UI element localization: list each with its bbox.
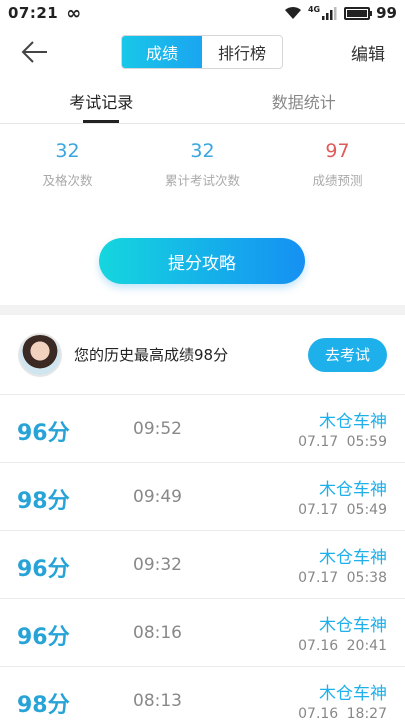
best-score-text: 您的历史最高成绩98分 — [74, 346, 229, 364]
record-duration: 09:49 — [133, 487, 182, 507]
record-duration: 08:16 — [133, 623, 182, 643]
improve-score-button[interactable]: 提分攻略 — [99, 238, 305, 284]
stat-score-prediction: 97 成绩预测 — [270, 132, 405, 202]
record-score: 98分 — [17, 489, 70, 514]
record-duration: 09:32 — [133, 555, 182, 575]
record-row[interactable]: 98分 09:49 木仓车神 07.17 05:49 — [0, 463, 405, 531]
battery-icon — [344, 6, 373, 20]
best-score-row: 您的历史最高成绩98分 去考试 — [0, 315, 405, 395]
tab-exam-records[interactable]: 考试记录 — [0, 78, 203, 123]
stats-panel: 32 及格次数 32 累计考试次数 97 成绩预测 — [0, 132, 405, 202]
record-row[interactable]: 96分 08:16 木仓车神 07.16 20:41 — [0, 599, 405, 667]
signal-icon — [322, 7, 337, 20]
segment-control: 成绩 排行榜 — [121, 35, 283, 69]
nav-bar: 成绩 排行榜 编辑 — [0, 26, 405, 78]
segment-scores[interactable]: 成绩 — [122, 36, 202, 68]
back-arrow-icon[interactable] — [20, 38, 50, 66]
stat-value: 32 — [190, 140, 215, 162]
record-score: 96分 — [17, 625, 70, 650]
record-user: 木仓车神 — [319, 616, 387, 636]
record-user: 木仓车神 — [319, 480, 387, 500]
record-user: 木仓车神 — [319, 412, 387, 432]
record-row[interactable]: 96分 09:32 木仓车神 07.17 05:38 — [0, 531, 405, 599]
infinity-icon: ∞ — [66, 2, 82, 24]
stat-value: 97 — [325, 140, 350, 162]
record-date: 07.16 20:41 — [298, 638, 387, 654]
record-date: 07.16 18:27 — [298, 706, 387, 720]
record-row[interactable]: 96分 09:52 木仓车神 07.17 05:59 — [0, 395, 405, 463]
record-date: 07.17 05:49 — [298, 502, 387, 518]
avatar[interactable] — [18, 332, 62, 377]
go-exam-button[interactable]: 去考试 — [308, 337, 387, 372]
record-date: 07.17 05:38 — [298, 570, 387, 586]
stat-label: 成绩预测 — [312, 173, 363, 188]
battery-level: 99 — [376, 4, 397, 22]
stat-value: 32 — [55, 140, 80, 162]
record-score: 98分 — [17, 693, 70, 718]
record-list: 96分 09:52 木仓车神 07.17 05:59 98分 09:49 木仓车… — [0, 395, 405, 720]
tab-data-stats[interactable]: 数据统计 — [203, 78, 405, 123]
section-divider — [0, 305, 405, 315]
wifi-icon — [284, 6, 301, 19]
stat-label: 累计考试次数 — [164, 173, 240, 188]
record-row[interactable]: 98分 08:13 木仓车神 07.16 18:27 — [0, 667, 405, 720]
status-time: 07:21 — [8, 4, 59, 22]
edit-button[interactable]: 编辑 — [351, 40, 385, 65]
record-score: 96分 — [17, 421, 70, 446]
status-bar: 07:21 ∞ 4G 99 — [0, 0, 405, 26]
record-user: 木仓车神 — [319, 684, 387, 704]
stat-pass-count: 32 及格次数 — [0, 132, 135, 202]
record-duration: 09:52 — [133, 419, 182, 439]
record-score: 96分 — [17, 557, 70, 582]
sub-tabs: 考试记录 数据统计 — [0, 78, 405, 124]
segment-ranking[interactable]: 排行榜 — [202, 36, 282, 68]
stat-label: 及格次数 — [42, 173, 93, 188]
stat-total-exams: 32 累计考试次数 — [135, 132, 270, 202]
record-user: 木仓车神 — [319, 548, 387, 568]
record-date: 07.17 05:59 — [298, 434, 387, 450]
network-type: 4G — [307, 4, 321, 14]
record-duration: 08:13 — [133, 691, 182, 711]
